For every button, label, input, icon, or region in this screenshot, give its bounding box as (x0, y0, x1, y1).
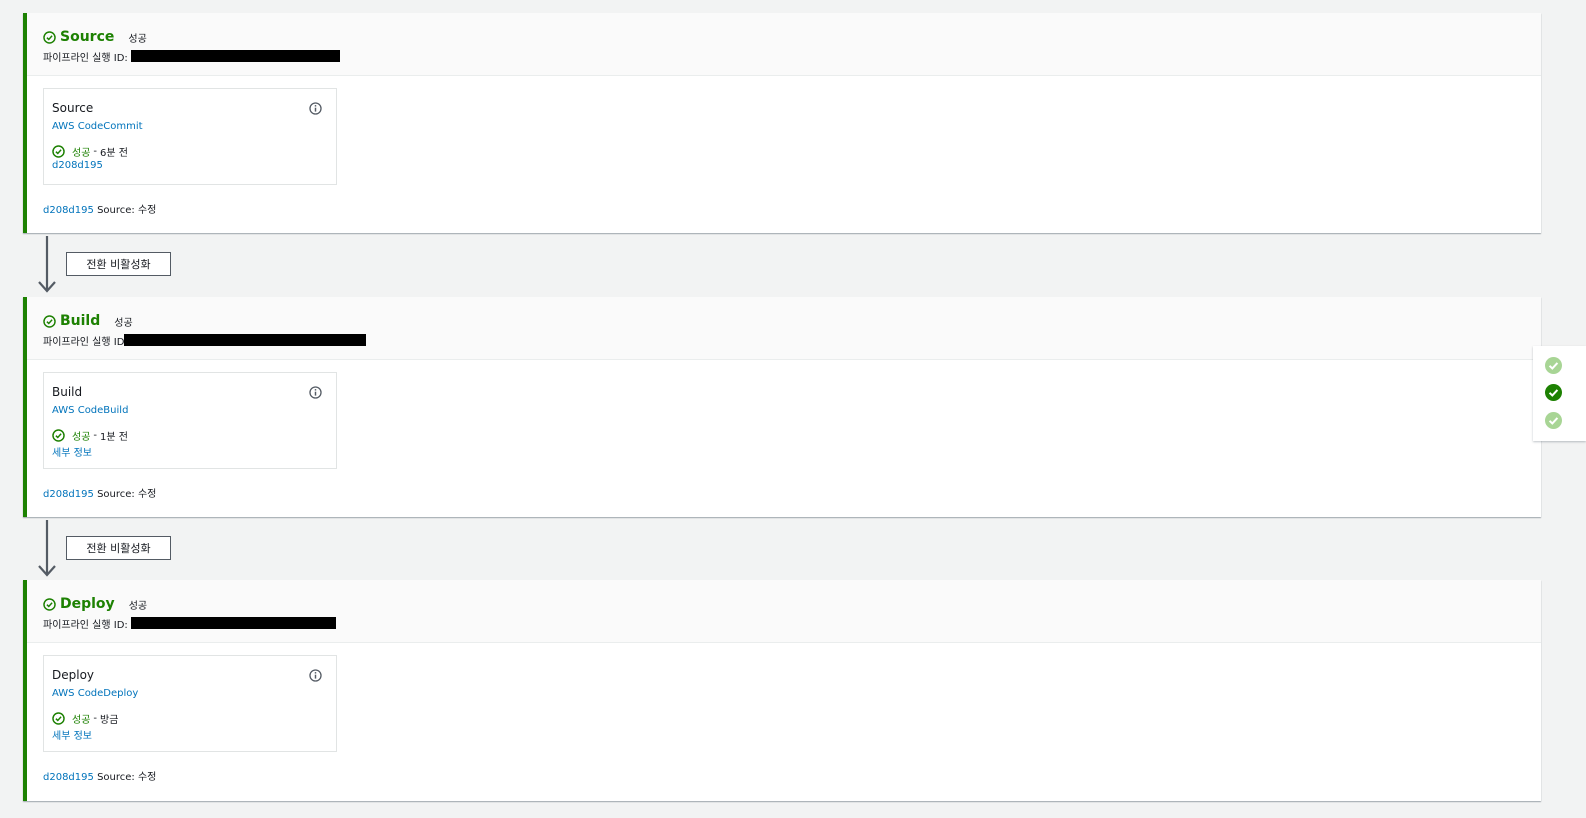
check-circle-icon (52, 144, 65, 158)
stage-navigator (1533, 346, 1586, 441)
stage-nav-deploy-check-icon[interactable] (1545, 412, 1562, 429)
info-icon[interactable] (309, 102, 322, 115)
stage-header: Deploy 성공 파이프라인 실행 ID: (27, 580, 1541, 643)
execution-id-label: 파이프라인 실행 ID: (43, 52, 128, 64)
revision-row: d208d195 Source: 수정 (43, 768, 156, 783)
action-detail-link[interactable]: 세부 정보 (52, 444, 328, 459)
action-card-source: Source AWS CodeCommit 성공 - 6분 전 d208d195 (43, 88, 337, 185)
stage-status: 성공 (128, 600, 148, 612)
transition-source-build: 전환 비활성화 (37, 236, 177, 294)
stage-source: Source 성공 파이프라인 실행 ID: Source AWS CodeCo… (23, 13, 1541, 233)
action-time: 방금 (100, 714, 119, 726)
stage-status: 성공 (114, 317, 133, 329)
status-separator: - (93, 712, 98, 724)
status-separator: - (93, 145, 98, 157)
execution-id-label: 파이프라인 실행 ID (43, 336, 125, 348)
arrow-down-icon (38, 236, 56, 293)
revision-row: d208d195 Source: 수정 (43, 485, 156, 500)
check-circle-icon (43, 30, 56, 44)
stage-header: Source 성공 파이프라인 실행 ID: (27, 13, 1541, 76)
action-name: Deploy (52, 668, 95, 682)
action-detail-link[interactable]: d208d195 (52, 160, 328, 174)
action-status: 성공 (72, 431, 91, 443)
stage-deploy: Deploy 성공 파이프라인 실행 ID: Deploy AWS CodeDe… (23, 580, 1541, 801)
action-detail-link[interactable]: 세부 정보 (52, 727, 328, 742)
transition-build-deploy: 전환 비활성화 (37, 520, 177, 578)
revision-text: Source: 수정 (97, 489, 157, 500)
check-circle-icon (43, 314, 56, 328)
stage-nav-build-check-icon[interactable] (1545, 384, 1562, 401)
execution-id-redacted (130, 617, 336, 629)
action-name: Build (52, 385, 83, 399)
stage-build: Build 성공 파이프라인 실행 ID Build AWS CodeBuild… (23, 297, 1541, 517)
action-status: 성공 (72, 147, 91, 159)
action-time: 1분 전 (100, 431, 128, 443)
status-separator: - (93, 429, 98, 441)
execution-id-label: 파이프라인 실행 ID: (43, 619, 128, 631)
stage-name: Deploy (60, 596, 115, 612)
stage-status: 성공 (128, 33, 147, 45)
check-circle-icon (52, 711, 65, 725)
stage-name: Source (60, 29, 115, 45)
action-time: 6분 전 (100, 147, 128, 159)
stage-name: Build (60, 313, 101, 329)
stage-header: Build 성공 파이프라인 실행 ID (27, 297, 1541, 360)
check-circle-icon (43, 597, 56, 611)
action-provider-link[interactable]: AWS CodeCommit (52, 121, 328, 135)
execution-id-redacted (130, 50, 340, 62)
info-icon[interactable] (309, 386, 322, 399)
stage-nav-source-check-icon[interactable] (1545, 357, 1562, 374)
revision-link[interactable]: d208d195 (43, 205, 94, 216)
action-card-build: Build AWS CodeBuild 성공 - 1분 전 세부 정보 (43, 372, 337, 469)
action-status: 성공 (72, 714, 91, 726)
action-card-deploy: Deploy AWS CodeDeploy 성공 - 방금 세부 정보 (43, 655, 337, 752)
disable-transition-button[interactable]: 전환 비활성화 (66, 536, 171, 560)
disable-transition-button[interactable]: 전환 비활성화 (66, 252, 171, 276)
revision-text: Source: 수정 (97, 772, 157, 783)
execution-id-redacted (124, 334, 367, 346)
revision-link[interactable]: d208d195 (43, 489, 94, 500)
info-icon[interactable] (309, 669, 322, 682)
revision-text: Source: 수정 (97, 205, 157, 216)
check-circle-icon (52, 428, 65, 442)
action-provider-link[interactable]: AWS CodeDeploy (52, 688, 328, 702)
action-name: Source (52, 101, 94, 115)
revision-row: d208d195 Source: 수정 (43, 201, 156, 216)
arrow-down-icon (38, 520, 56, 577)
revision-link[interactable]: d208d195 (43, 772, 94, 783)
action-provider-link[interactable]: AWS CodeBuild (52, 405, 328, 419)
